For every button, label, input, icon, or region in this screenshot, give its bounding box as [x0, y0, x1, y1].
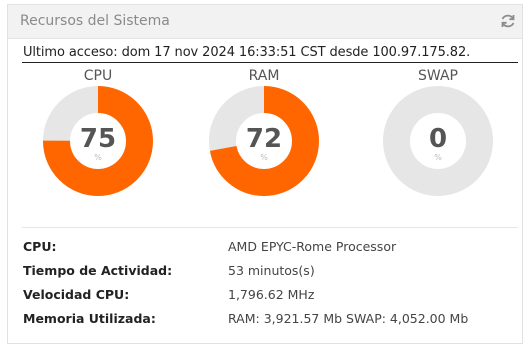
- last-access-text: Ultimo acceso: dom 17 nov 2024 16:33:51 …: [23, 45, 471, 60]
- swap-donut: 0 %: [383, 86, 493, 196]
- info-row-memory: Memoria Utilizada: RAM: 3,921.57 Mb SWAP…: [8, 311, 524, 331]
- panel-title: Recursos del Sistema: [20, 13, 170, 29]
- info-value: AMD EPYC-Rome Processor: [228, 239, 397, 254]
- info-row-cpu: CPU: AMD EPYC-Rome Processor: [8, 239, 524, 259]
- ram-donut: 72 %: [209, 86, 319, 196]
- info-value: RAM: 3,921.57 Mb SWAP: 4,052.00 Mb: [228, 311, 469, 326]
- info-row-uptime: Tiempo de Actividad: 53 minutos(s): [8, 263, 524, 283]
- info-key: CPU:: [23, 239, 57, 254]
- divider: [22, 62, 518, 63]
- gauge-label: CPU: [83, 68, 113, 84]
- info-key: Velocidad CPU:: [23, 287, 130, 302]
- info-value: 53 minutos(s): [228, 263, 315, 278]
- gauge-value: 72: [246, 124, 282, 154]
- gauge-value: 0: [429, 124, 447, 154]
- info-key: Memoria Utilizada:: [23, 311, 156, 326]
- gauge-label: SWAP: [418, 68, 458, 84]
- system-resources-panel: Recursos del Sistema Ultimo acceso: dom …: [7, 4, 523, 344]
- gauge-unit: %: [94, 153, 102, 162]
- cpu-donut: 75 %: [43, 86, 153, 196]
- gauge-value: 75: [80, 124, 116, 154]
- cpu-gauge: CPU 75 %: [42, 67, 154, 197]
- refresh-icon[interactable]: [499, 12, 517, 30]
- gauge-label: RAM: [248, 68, 280, 84]
- info-divider: [22, 227, 518, 228]
- info-key: Tiempo de Actividad:: [23, 263, 173, 278]
- ram-gauge: RAM 72 %: [208, 67, 320, 197]
- gauge-unit: %: [260, 153, 268, 162]
- gauge-unit: %: [434, 153, 442, 162]
- panel-header: Recursos del Sistema: [8, 5, 522, 39]
- info-value: 1,796.62 MHz: [228, 287, 315, 302]
- info-row-cpu-speed: Velocidad CPU: 1,796.62 MHz: [8, 287, 524, 307]
- swap-gauge: SWAP 0 %: [382, 67, 494, 197]
